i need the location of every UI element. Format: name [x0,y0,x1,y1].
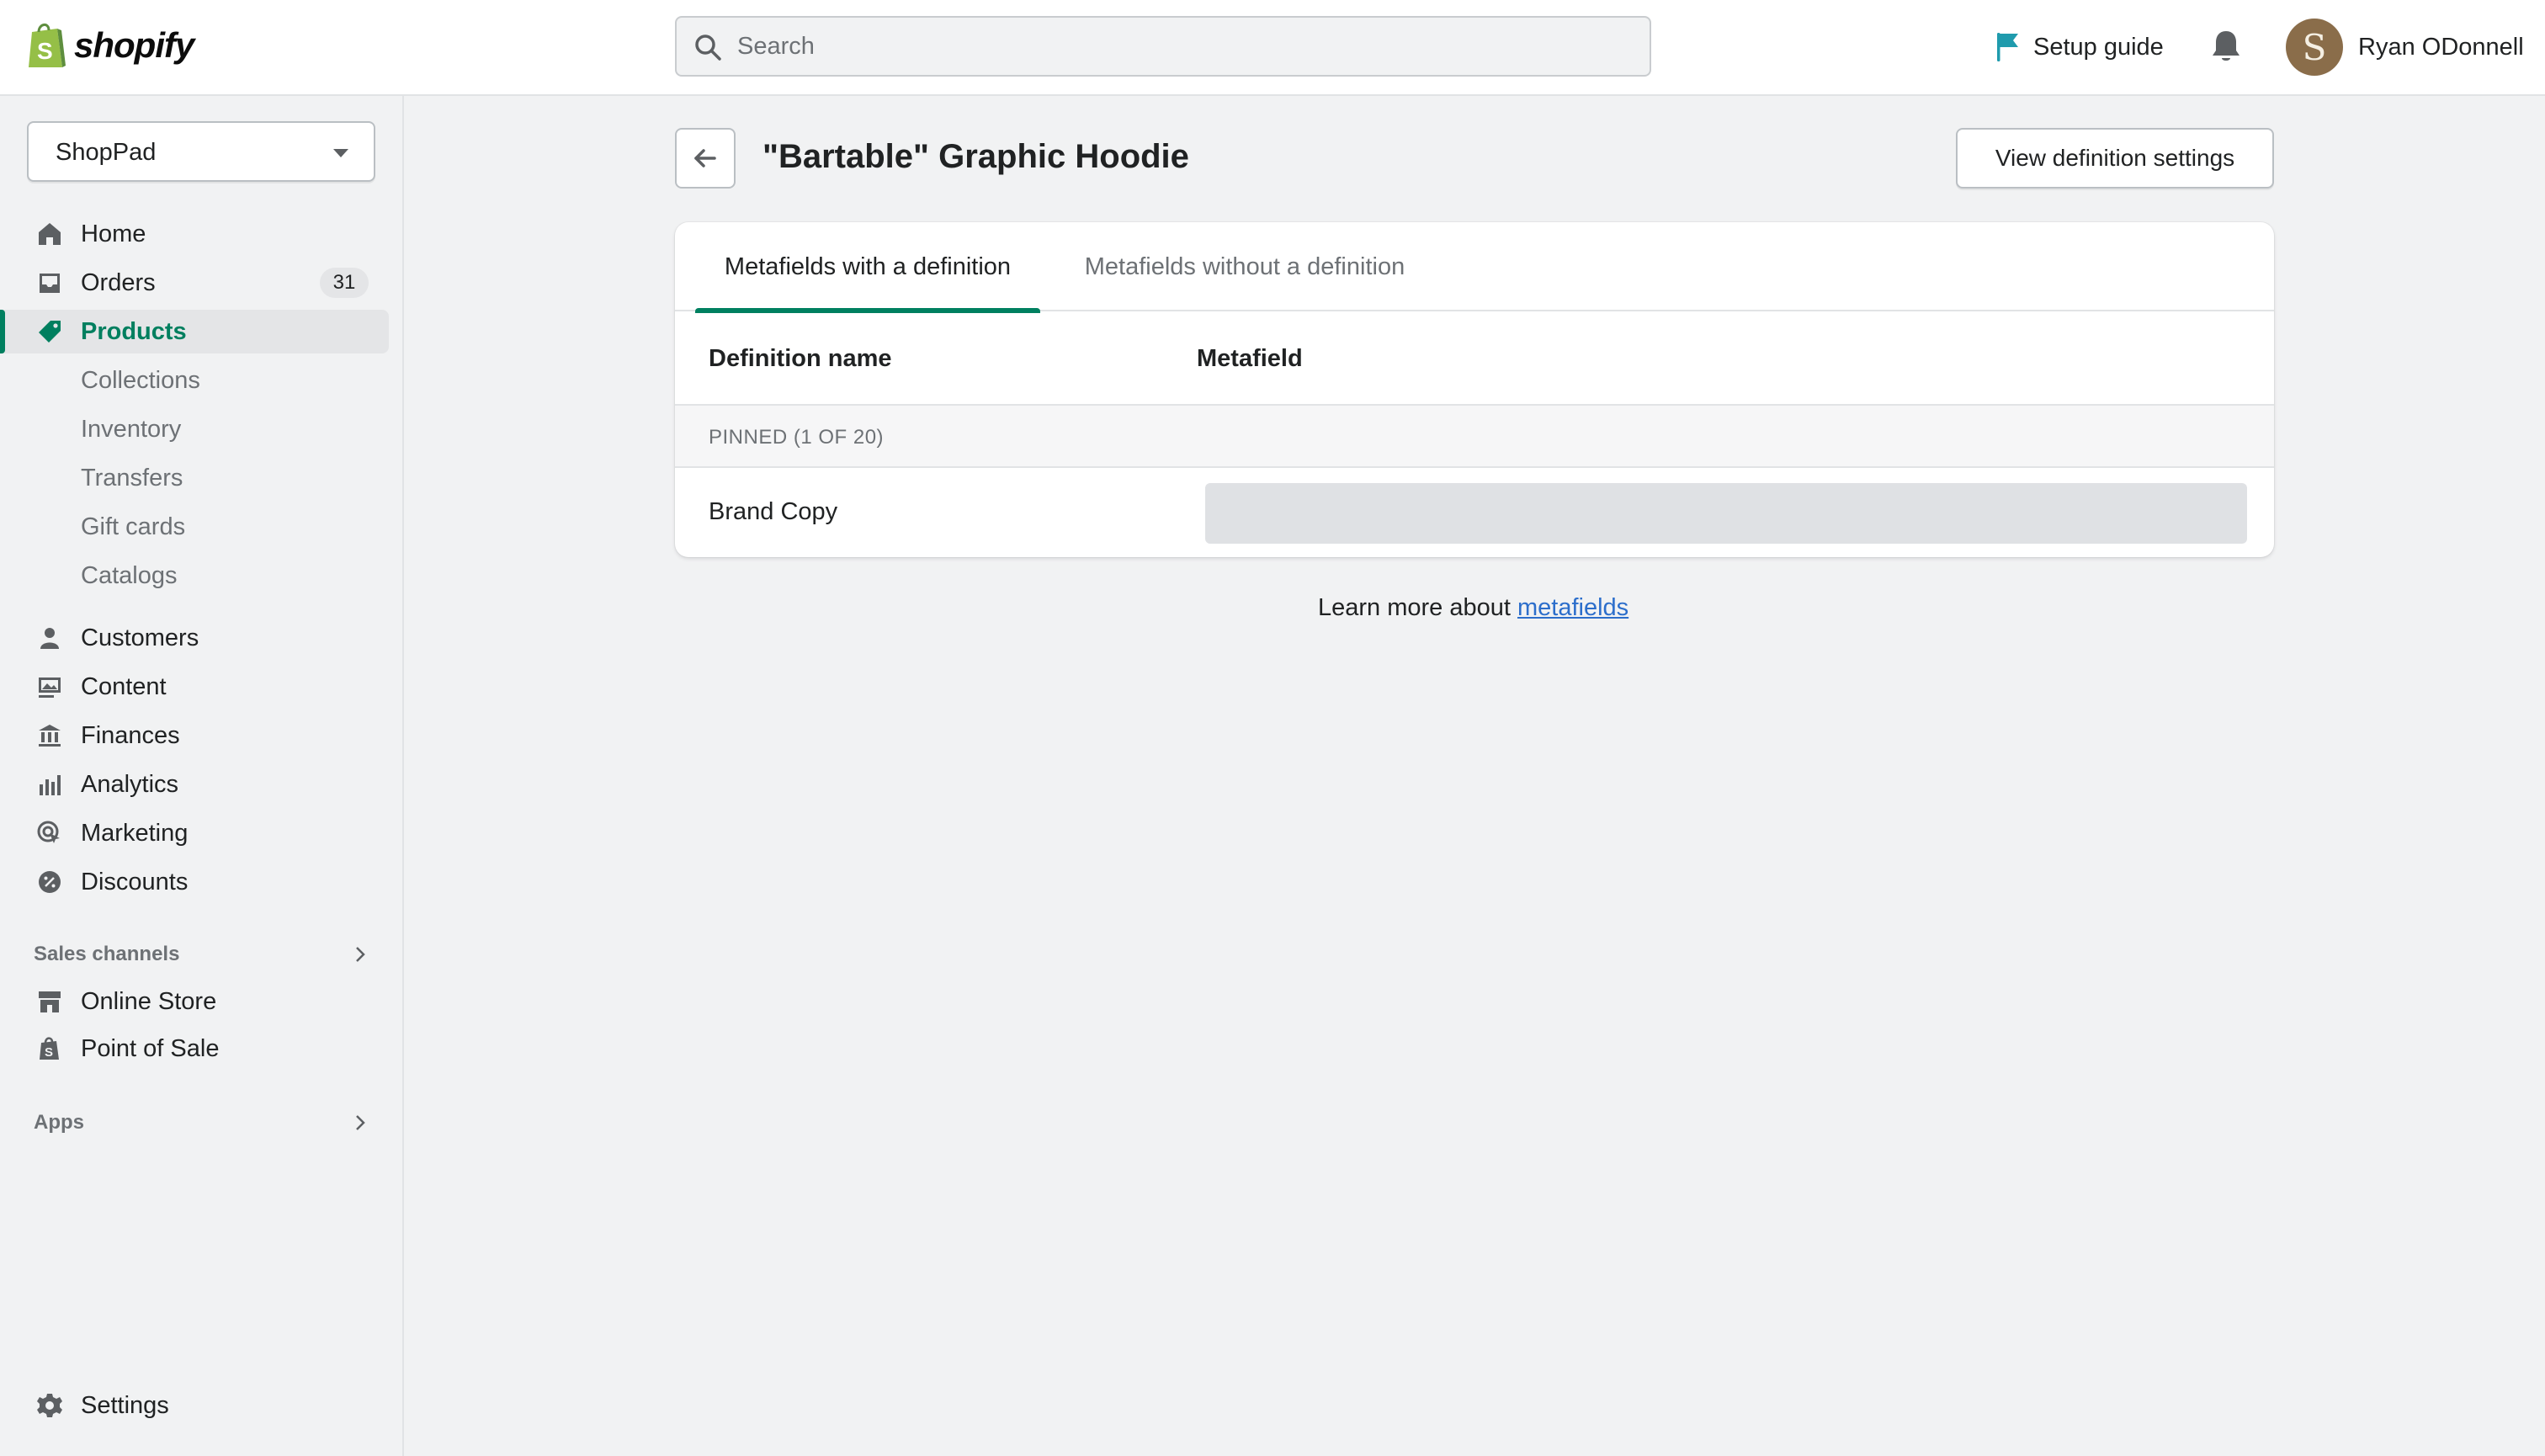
sidebar-item-label: Transfers [81,464,183,492]
metafields-card: Metafields with a definition Metafields … [675,222,2274,557]
sidebar-item-finances[interactable]: Finances [0,714,389,757]
sidebar-item-label: Analytics [81,770,179,798]
sidebar-item-label: Customers [81,624,199,651]
user-name: Ryan ODonnell [2358,33,2524,61]
sidebar-item-label: Inventory [81,415,182,443]
table-row: Brand Copy [675,468,2274,557]
search-icon [695,35,721,61]
sidebar-item-label: Finances [81,721,180,749]
sidebar-item-content[interactable]: Content [0,665,389,709]
caret-down-icon [333,149,348,157]
shopify-logo[interactable]: S shopify [25,20,194,71]
sidebar-item-label: Online Store [81,987,217,1015]
sidebar-item-label: Products [81,317,187,345]
notification-bell-icon[interactable] [2210,29,2242,64]
pinned-label: PINNED (1 OF 20) [709,426,885,449]
page-title: "Bartable" Graphic Hoodie [762,138,1189,175]
sidebar-item-label: Gift cards [81,513,186,540]
sidebar-item-label: Collections [81,366,200,394]
sidebar-item-marketing[interactable]: Marketing [0,811,389,855]
learn-more-prefix: Learn more about [1318,594,1517,621]
store-name: ShopPad [56,139,157,166]
home-icon [35,220,64,248]
setup-guide-button[interactable]: Setup guide [1995,29,2164,66]
shopify-bag-icon: S [29,24,66,67]
tab-metafields-with-definition[interactable]: Metafields with a definition [695,222,1040,313]
pinned-section-header: PINNED (1 OF 20) [675,406,2274,468]
definition-name: Brand Copy [709,498,838,525]
metafield-value-field[interactable] [1205,483,2247,544]
metafields-link[interactable]: metafields [1517,594,1628,621]
chevron-right-icon [356,1115,365,1130]
sidebar-item-gift-cards[interactable]: Gift cards [0,505,389,549]
search-bar[interactable] [675,16,1651,77]
brand-wordmark: shopify [74,25,194,65]
sidebar-item-catalogs[interactable]: Catalogs [0,554,389,598]
column-header-definition-name: Definition name [709,345,892,372]
chevron-right-icon [356,947,365,962]
view-definition-settings-button[interactable]: View definition settings [1956,128,2274,189]
target-icon [35,819,64,848]
sidebar-item-products[interactable]: Products [0,310,389,353]
apps-header[interactable]: Apps [34,1106,370,1140]
search-input[interactable] [737,18,1629,75]
sidebar: ShopPad Home Orders 31 Products Collecti… [0,96,404,1456]
discount-icon [35,868,64,896]
sidebar-item-transfers[interactable]: Transfers [0,456,389,500]
setup-guide-label: Setup guide [2033,33,2164,61]
tag-icon [35,317,64,346]
svg-text:S: S [45,1045,53,1060]
sidebar-item-label: Home [81,220,146,247]
sidebar-item-customers[interactable]: Customers [0,616,389,660]
sidebar-item-inventory[interactable]: Inventory [0,407,389,451]
sidebar-item-label: Point of Sale [81,1034,220,1062]
sidebar-item-label: Marketing [81,819,189,847]
sidebar-item-analytics[interactable]: Analytics [0,763,389,806]
bar-chart-icon [35,770,64,799]
store-selector[interactable]: ShopPad [27,121,375,182]
column-header-metafield: Metafield [1197,345,1303,372]
user-menu[interactable]: S Ryan ODonnell [2286,19,2524,76]
sidebar-item-discounts[interactable]: Discounts [0,860,389,904]
sidebar-item-label: Settings [81,1391,169,1419]
bank-icon [35,721,64,750]
sidebar-item-point-of-sale[interactable]: S Point of Sale [0,1027,389,1071]
back-button[interactable] [675,128,736,189]
table-header: Definition name Metafield [675,311,2274,406]
arrow-left-icon [694,149,716,167]
sidebar-item-collections[interactable]: Collections [0,359,389,402]
sidebar-item-home[interactable]: Home [0,212,389,256]
tab-metafields-without-definition[interactable]: Metafields without a definition [1055,222,1434,311]
top-bar: S shopify Setup guide S Ryan ODonnell [0,0,2545,96]
sidebar-item-label: Catalogs [81,561,178,589]
content-icon [35,672,64,701]
orders-count-badge: 31 [320,268,369,298]
person-icon [35,624,64,652]
gear-icon [35,1391,64,1420]
sidebar-item-label: Content [81,672,167,700]
avatar: S [2286,19,2343,76]
section-label: Sales channels [34,943,180,965]
store-icon [35,987,64,1016]
sidebar-item-orders[interactable]: Orders 31 [0,261,389,305]
learn-more-text: Learn more about metafields [1318,594,1628,622]
sidebar-item-label: Discounts [81,868,189,895]
sidebar-item-label: Orders [81,268,156,296]
sidebar-item-online-store[interactable]: Online Store [0,980,389,1023]
section-label: Apps [34,1111,84,1134]
sales-channels-header[interactable]: Sales channels [34,938,370,971]
orders-icon [35,268,64,297]
sidebar-item-settings[interactable]: Settings [0,1384,389,1427]
svg-text:S: S [37,38,53,64]
flag-icon [1997,33,2018,61]
metafields-tabs: Metafields with a definition Metafields … [675,222,2274,313]
pos-bag-icon: S [35,1034,64,1063]
